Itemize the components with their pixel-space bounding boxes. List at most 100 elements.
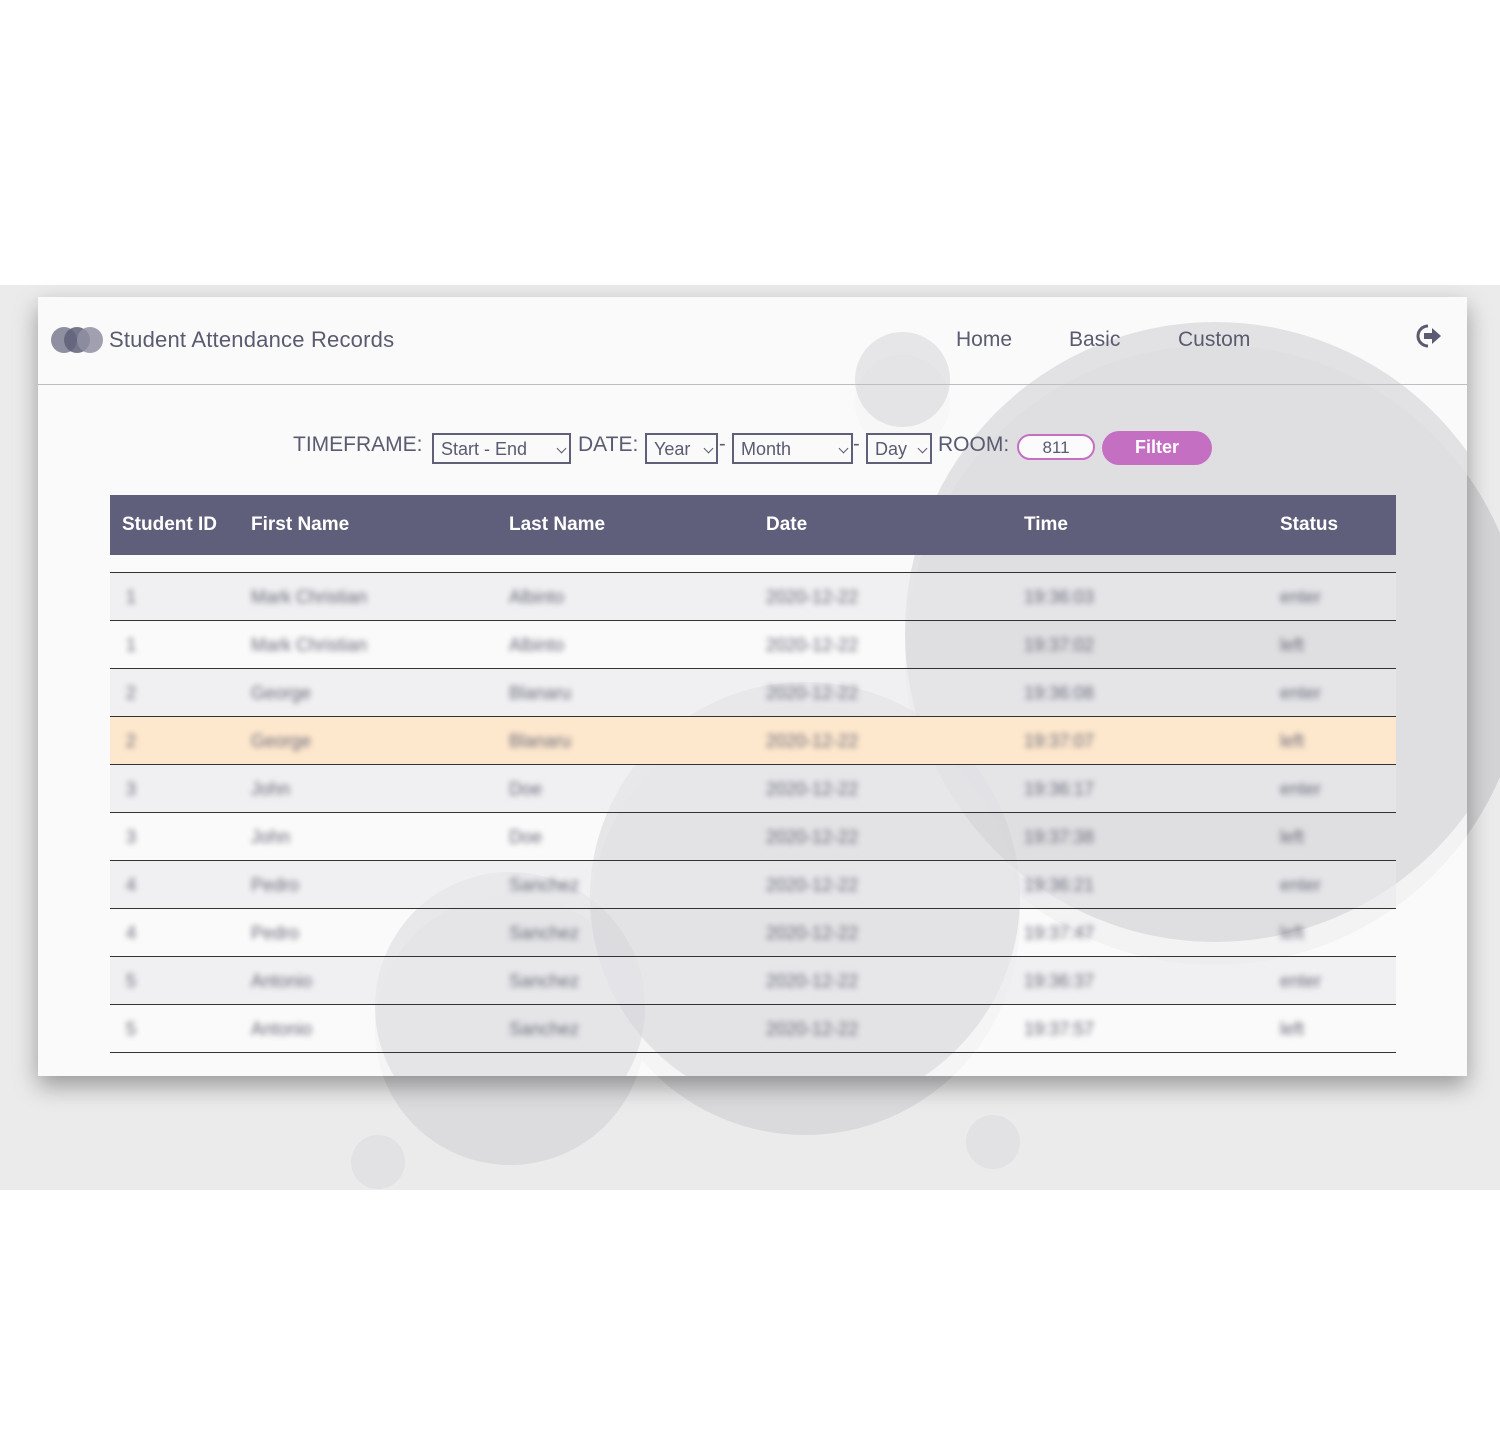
date-separator: - [853, 433, 860, 455]
logo-icon[interactable] [51, 327, 103, 353]
table-cell: 19:37:07 [1024, 731, 1095, 751]
table-cell: 2020-12-22 [766, 875, 859, 895]
table-row[interactable]: 3 John Doe 2020-12-22 19:37:38 left [110, 813, 1396, 861]
year-select[interactable]: Year [645, 433, 718, 464]
nav-basic-link[interactable]: Basic [1069, 328, 1120, 352]
table-cell: 2020-12-22 [766, 923, 859, 943]
table-row[interactable]: 2 George Blanaru 2020-12-22 19:36:08 enter [110, 669, 1396, 717]
table-cell: left [1280, 1019, 1305, 1039]
table-cell: Blanaru [509, 731, 572, 751]
table-cell: Sanchez [509, 971, 580, 991]
room-label: ROOM: [938, 433, 1010, 456]
table-cell: 5 [126, 1019, 137, 1039]
table-cell: Pedro [251, 875, 300, 895]
table-cell: Sanchez [509, 875, 580, 895]
filter-button[interactable]: Filter [1102, 431, 1212, 465]
table-body: 1 Mark Christian Albinto 2020-12-22 19:36:03… [110, 573, 1396, 1053]
app-title[interactable]: Student Attendance Records [109, 327, 394, 353]
table-cell: 3 [126, 827, 137, 847]
background-blob [351, 1135, 405, 1189]
table-cell: 19:37:57 [1024, 1019, 1095, 1039]
month-select[interactable]: Month [732, 433, 853, 464]
table-cell: 4 [126, 875, 137, 895]
table-cell: Mark Christian [251, 587, 368, 607]
navbar: Student Attendance Records Home Basic Cu… [38, 297, 1467, 385]
column-header-last-name: Last Name [509, 514, 606, 535]
table-row[interactable]: 5 Antonio Sanchez 2020-12-22 19:37:57 left [110, 1005, 1396, 1053]
table-cell: Antonio [251, 971, 313, 991]
date-separator: - [719, 433, 726, 455]
table-cell: 2 [126, 683, 137, 703]
table-cell: enter [1280, 683, 1322, 703]
attendance-table: Student ID First Name Last Name Date Tim… [110, 495, 1396, 1053]
table-row[interactable]: 5 Antonio Sanchez 2020-12-22 19:36:37 enter [110, 957, 1396, 1005]
column-header-status: Status [1280, 514, 1339, 535]
table-cell: 2 [126, 731, 137, 751]
table-cell: John [251, 779, 291, 799]
background-blob [966, 1115, 1020, 1169]
table-cell: enter [1280, 587, 1322, 607]
table-cell: 4 [126, 923, 137, 943]
table-cell: 2020-12-22 [766, 1019, 859, 1039]
table-cell: Albinto [509, 635, 565, 655]
main-card: Student Attendance Records Home Basic Cu… [38, 297, 1467, 1076]
table-cell: Doe [509, 779, 543, 799]
table-cell: 2020-12-22 [766, 779, 859, 799]
chevron-down-icon [917, 443, 928, 454]
table-row[interactable]: 4 Pedro Sanchez 2020-12-22 19:37:47 left [110, 909, 1396, 957]
table-row[interactable]: 4 Pedro Sanchez 2020-12-22 19:36:21 enter [110, 861, 1396, 909]
table-header: Student ID First Name Last Name Date Tim… [110, 495, 1396, 555]
chevron-down-icon [838, 443, 849, 454]
chevron-down-icon [556, 443, 567, 454]
table-cell: Blanaru [509, 683, 572, 703]
table-cell: 19:37:02 [1024, 635, 1095, 655]
table-row[interactable]: 1 Mark Christian Albinto 2020-12-22 19:37:02… [110, 621, 1396, 669]
table-row[interactable]: 3 John Doe 2020-12-22 19:36:17 enter [110, 765, 1396, 813]
table-cell: enter [1280, 971, 1322, 991]
table-cell: 19:37:47 [1024, 923, 1095, 943]
nav-home-link[interactable]: Home [956, 328, 1012, 352]
filter-bar: TIMEFRAME: Start - End DATE: Year - Mont… [38, 430, 1467, 470]
table-cell: Albinto [509, 587, 565, 607]
table-row[interactable]: 2 George Blanaru 2020-12-22 19:37:07 left [110, 717, 1396, 765]
table-cell: left [1280, 635, 1305, 655]
table-cell: Mark Christian [251, 635, 368, 655]
table-cell: 19:36:03 [1024, 587, 1095, 607]
table-cell: Sanchez [509, 1019, 580, 1039]
table-cell: enter [1280, 779, 1322, 799]
table-cell: 19:36:08 [1024, 683, 1095, 703]
table-cell: Pedro [251, 923, 300, 943]
logout-icon[interactable] [1413, 323, 1443, 349]
table-cell: 2020-12-22 [766, 587, 859, 607]
column-header-date: Date [766, 514, 808, 535]
table-cell: left [1280, 827, 1305, 847]
column-header-first-name: First Name [251, 514, 350, 535]
table-cell: 19:37:38 [1024, 827, 1095, 847]
chevron-down-icon [703, 443, 714, 454]
table-cell: 1 [126, 635, 137, 655]
column-header-time: Time [1024, 514, 1069, 535]
day-select[interactable]: Day [866, 433, 932, 464]
table-cell: 19:36:17 [1024, 779, 1095, 799]
table-cell: 1 [126, 587, 137, 607]
table-cell: John [251, 827, 291, 847]
table-cell: Sanchez [509, 923, 580, 943]
table-cell: 2020-12-22 [766, 683, 859, 703]
table-cell: left [1280, 731, 1305, 751]
table-cell: enter [1280, 875, 1322, 895]
nav-custom-link[interactable]: Custom [1178, 328, 1250, 352]
timeframe-label: TIMEFRAME: [293, 433, 423, 456]
timeframe-select[interactable]: Start - End [432, 433, 571, 464]
table-cell: 19:36:21 [1024, 875, 1095, 895]
table-cell: 19:36:37 [1024, 971, 1095, 991]
table-cell: 3 [126, 779, 137, 799]
table-header-gap [110, 555, 1396, 573]
table-cell: Antonio [251, 1019, 313, 1039]
table-cell: 2020-12-22 [766, 731, 859, 751]
table-cell: 2020-12-22 [766, 635, 859, 655]
room-input[interactable]: 811 [1017, 434, 1095, 460]
table-cell: 5 [126, 971, 137, 991]
table-cell: 2020-12-22 [766, 827, 859, 847]
table-cell: 2020-12-22 [766, 971, 859, 991]
table-row[interactable]: 1 Mark Christian Albinto 2020-12-22 19:36:03… [110, 573, 1396, 621]
